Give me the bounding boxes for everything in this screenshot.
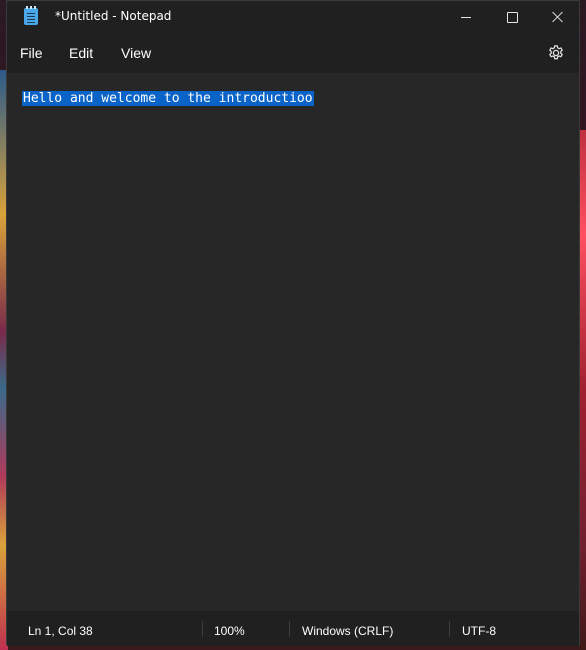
text-editor[interactable]: Hello and welcome to the introductioo	[7, 73, 579, 611]
status-bar: Ln 1, Col 38 100% Windows (CRLF) UTF-8	[7, 611, 579, 646]
minimize-icon	[461, 16, 471, 18]
maximize-icon	[506, 11, 518, 23]
window-title: *Untitled - Notepad	[55, 9, 172, 23]
close-button[interactable]	[535, 1, 581, 33]
zoom-level[interactable]: 100%	[214, 624, 245, 638]
menu-view[interactable]: View	[121, 45, 151, 61]
encoding[interactable]: UTF-8	[462, 624, 496, 638]
title-bar[interactable]: *Untitled - Notepad	[7, 1, 579, 33]
status-divider	[449, 621, 450, 637]
editor-line[interactable]: Hello and welcome to the introductioo	[22, 90, 314, 107]
minimize-button[interactable]	[443, 1, 489, 33]
status-divider	[289, 621, 290, 637]
menu-file[interactable]: File	[20, 45, 43, 61]
maximize-button[interactable]	[489, 1, 535, 33]
menu-edit[interactable]: Edit	[69, 45, 93, 61]
gear-icon[interactable]	[547, 44, 565, 62]
notepad-window: *Untitled - Notepad File Edit View Hello…	[6, 0, 580, 646]
cursor-position: Ln 1, Col 38	[28, 624, 93, 638]
desktop-wallpaper-edge	[580, 130, 586, 650]
line-ending[interactable]: Windows (CRLF)	[302, 624, 393, 638]
notepad-icon	[24, 6, 38, 25]
status-divider	[202, 621, 203, 637]
selected-text[interactable]: Hello and welcome to the introductioo	[22, 91, 314, 106]
menu-bar: File Edit View	[7, 33, 579, 73]
close-icon	[552, 11, 564, 23]
